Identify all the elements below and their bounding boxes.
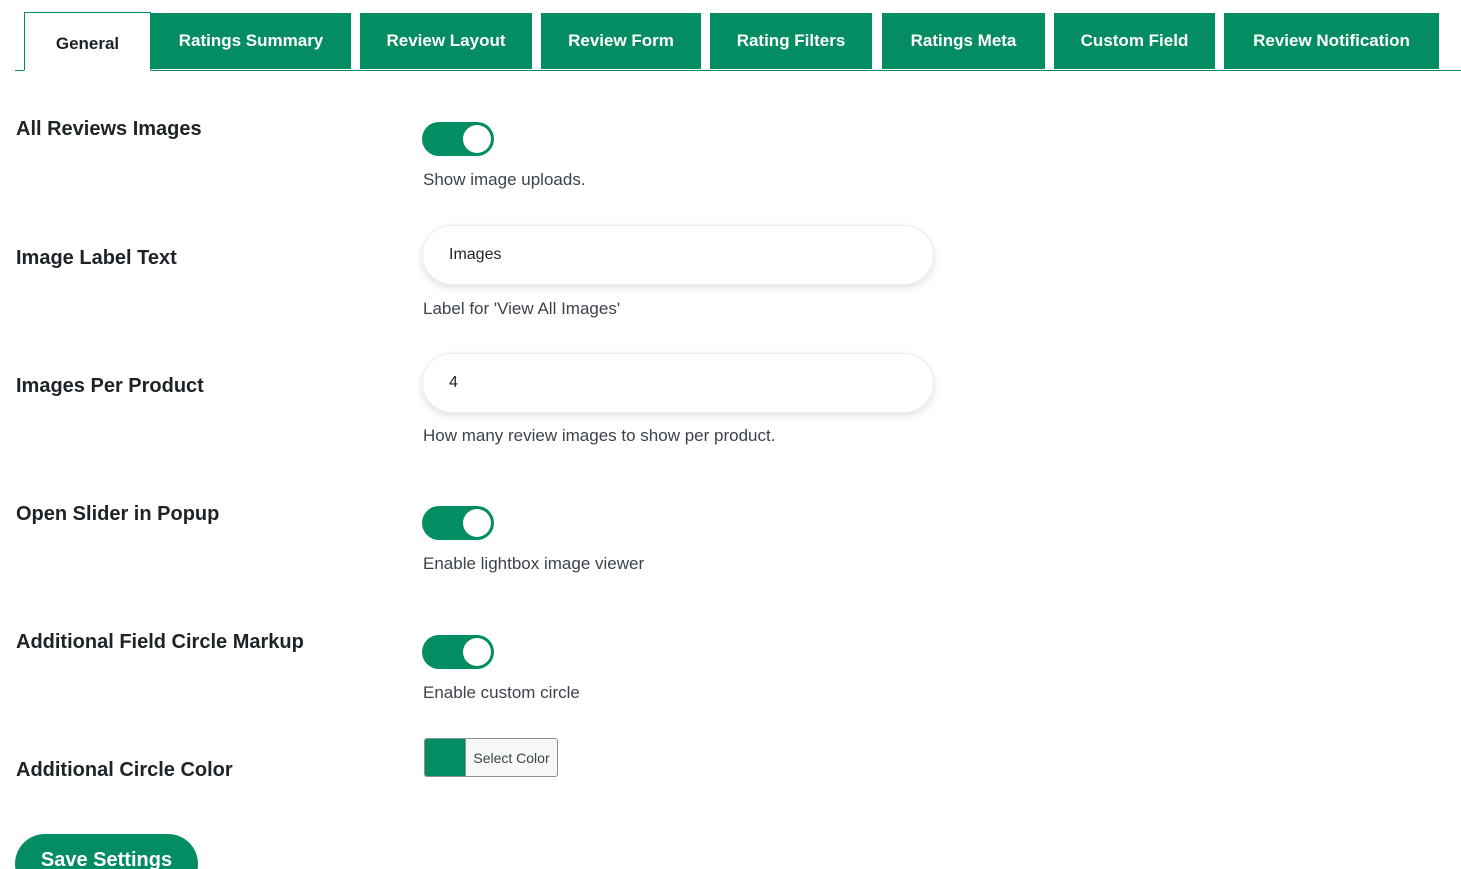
tab-custom-field[interactable]: Custom Field — [1054, 13, 1215, 69]
image-label-text-label: Image Label Text — [16, 247, 177, 269]
additional-field-circle-toggle[interactable] — [422, 635, 494, 669]
tab-general[interactable]: General — [24, 12, 151, 71]
tab-review-layout[interactable]: Review Layout — [360, 13, 532, 69]
all-reviews-images-description: Show image uploads. — [423, 170, 586, 189]
open-slider-popup-label: Open Slider in Popup — [16, 503, 220, 525]
image-label-text-input[interactable] — [422, 225, 934, 285]
images-per-product-description: How many review images to show per produ… — [423, 426, 776, 445]
save-settings-button[interactable]: Save Settings — [15, 834, 198, 869]
all-reviews-images-label: All Reviews Images — [16, 118, 202, 140]
tab-ratings-summary[interactable]: Ratings Summary — [151, 13, 351, 69]
images-per-product-label: Images Per Product — [16, 375, 204, 397]
color-swatch — [425, 739, 465, 776]
tab-ratings-meta[interactable]: Ratings Meta — [882, 13, 1045, 69]
settings-tabs: General Ratings Summary Review Layout Re… — [15, 12, 1461, 71]
additional-field-circle-description: Enable custom circle — [423, 683, 580, 702]
all-reviews-images-toggle[interactable] — [422, 122, 494, 156]
settings-page: General Ratings Summary Review Layout Re… — [0, 0, 1461, 869]
open-slider-popup-toggle[interactable] — [422, 506, 494, 540]
toggle-knob — [463, 509, 491, 537]
color-picker-button[interactable]: Select Color — [424, 738, 558, 777]
toggle-knob — [463, 125, 491, 153]
tab-rating-filters[interactable]: Rating Filters — [710, 13, 872, 69]
additional-circle-color-label: Additional Circle Color — [16, 759, 233, 781]
open-slider-popup-description: Enable lightbox image viewer — [423, 554, 645, 573]
tab-review-notification[interactable]: Review Notification — [1224, 13, 1439, 69]
select-color-label: Select Color — [465, 739, 557, 776]
toggle-knob — [463, 638, 491, 666]
image-label-text-description: Label for 'View All Images' — [423, 299, 621, 318]
images-per-product-input[interactable] — [422, 353, 934, 413]
additional-field-circle-label: Additional Field Circle Markup — [16, 631, 304, 653]
tab-review-form[interactable]: Review Form — [541, 13, 701, 69]
